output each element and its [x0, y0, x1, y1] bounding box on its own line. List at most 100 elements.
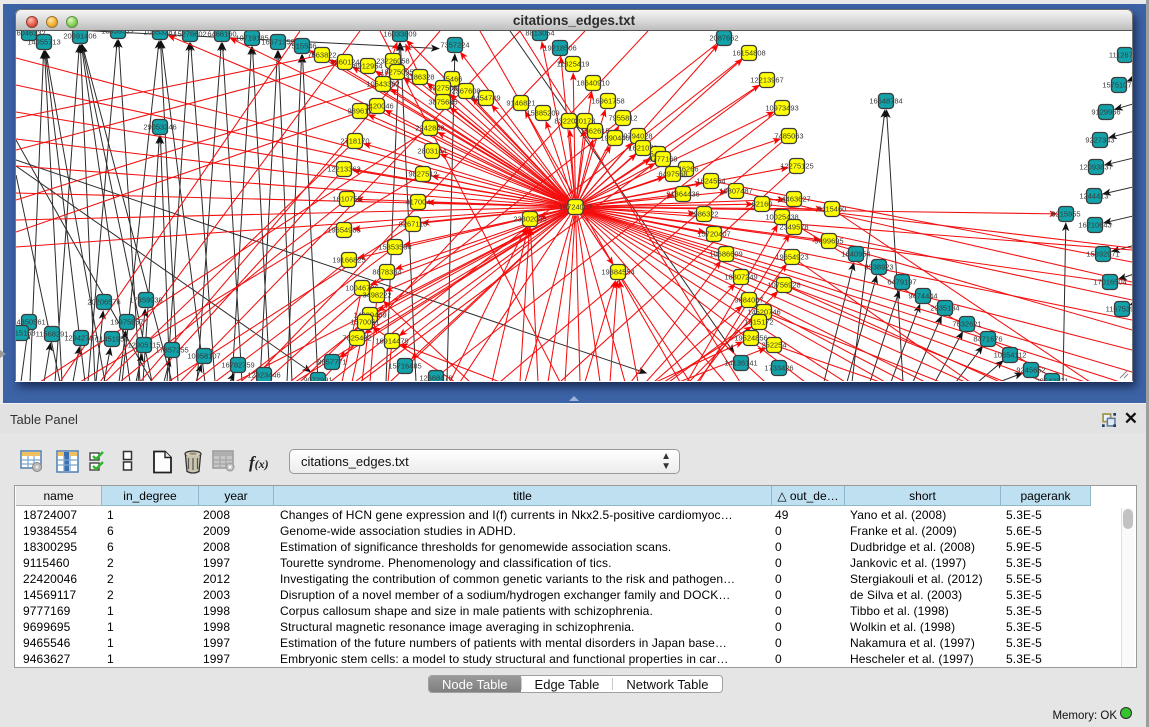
svg-text:18724007: 18724007	[559, 203, 592, 212]
svg-text:989612: 989612	[347, 107, 372, 116]
svg-text:7955812: 7955812	[608, 114, 637, 123]
svg-text:9245652: 9245652	[1016, 366, 1045, 375]
svg-text:10807487: 10807487	[719, 187, 752, 196]
svg-text:10958107: 10958107	[187, 352, 220, 361]
svg-text:14136141: 14136141	[724, 359, 757, 368]
svg-text:2349578: 2349578	[779, 223, 808, 232]
svg-text:8813054: 8813054	[525, 31, 554, 38]
svg-text:16648784: 16648784	[869, 97, 902, 106]
svg-text:19654985: 19654985	[327, 226, 360, 235]
svg-text:7515546: 7515546	[287, 42, 316, 51]
svg-text:252254: 252254	[761, 341, 786, 350]
svg-text:3186328: 3186328	[405, 73, 434, 82]
svg-text:9072991: 9072991	[303, 376, 332, 381]
svg-text:12275125: 12275125	[780, 162, 813, 171]
svg-text:8215955: 8215955	[1051, 210, 1080, 219]
svg-text:9227343: 9227343	[1085, 136, 1114, 145]
svg-text:2718170: 2718170	[340, 137, 369, 146]
svg-text:9657771: 9657771	[317, 358, 346, 367]
svg-text:8454749: 8454749	[471, 94, 500, 103]
svg-text:20206576: 20206576	[87, 298, 120, 307]
svg-text:2087662: 2087662	[709, 34, 738, 43]
svg-text:23302035: 23302035	[513, 215, 546, 224]
svg-text:10653287: 10653287	[143, 31, 176, 37]
svg-text:9699695: 9699695	[814, 237, 843, 246]
svg-text:2803144: 2803144	[417, 147, 446, 156]
svg-text:1733426: 1733426	[764, 364, 793, 373]
svg-text:10654112: 10654112	[994, 351, 1027, 360]
svg-text:19218506: 19218506	[543, 44, 576, 53]
svg-text:9474444: 9474444	[908, 292, 937, 301]
svg-text:17357255: 17357255	[155, 346, 188, 355]
svg-text:29053346: 29053346	[143, 123, 176, 132]
svg-text:7632621: 7632621	[952, 320, 981, 329]
svg-text:17016504: 17016504	[1093, 278, 1126, 287]
svg-text:9684067: 9684067	[734, 296, 763, 305]
svg-text:18640910: 18640910	[576, 79, 609, 88]
svg-text:16961758: 16961758	[591, 97, 624, 106]
svg-text:12093837: 12093837	[1079, 163, 1112, 172]
svg-text:7485063: 7485063	[774, 132, 803, 141]
svg-text:6497568: 6497568	[658, 170, 687, 179]
svg-text:6466160: 6466160	[207, 31, 236, 39]
svg-text:12923446: 12923446	[247, 371, 280, 380]
svg-text:8471676: 8471676	[973, 335, 1002, 344]
svg-text:15720407: 15720407	[697, 230, 730, 239]
svg-text:19384554: 19384554	[601, 268, 634, 277]
svg-text:14055713: 14055713	[27, 38, 60, 47]
svg-text:15353594: 15353594	[378, 243, 411, 252]
svg-text:17359938: 17359938	[129, 296, 162, 305]
svg-text:1570061: 1570061	[350, 318, 379, 327]
svg-text:9777169: 9777169	[648, 155, 677, 164]
svg-text:15276602: 15276602	[173, 31, 206, 39]
svg-text:3875685: 3875685	[428, 98, 457, 107]
svg-text:18939322: 18939322	[101, 31, 134, 36]
svg-text:16782759: 16782759	[221, 361, 254, 370]
svg-text:1624554: 1624554	[696, 177, 725, 186]
svg-text:10686609: 10686609	[709, 250, 742, 259]
svg-text:7986322: 7986322	[689, 210, 718, 219]
svg-text:2935134: 2935134	[930, 304, 959, 313]
svg-text:15716485: 15716485	[388, 362, 421, 371]
svg-text:417004: 417004	[405, 198, 430, 207]
svg-text:2242848: 2242848	[415, 124, 444, 133]
svg-text:12668478: 12668478	[419, 374, 452, 381]
svg-text:14463627: 14463627	[777, 195, 810, 204]
svg-text:11451958: 11451958	[96, 335, 129, 344]
svg-text:11325419: 11325419	[557, 60, 590, 69]
svg-text:12213363: 12213363	[327, 165, 360, 174]
svg-text:10756928: 10756928	[767, 281, 800, 290]
svg-text:16914479: 16914479	[375, 337, 408, 346]
svg-text:16033809: 16033809	[383, 31, 416, 39]
svg-text:10543362: 10543362	[366, 80, 399, 89]
svg-text:7357224: 7357224	[440, 41, 469, 50]
svg-text:20691406: 20691406	[63, 32, 96, 41]
svg-text:6479197: 6479197	[887, 278, 916, 287]
svg-text:11126770: 11126770	[1109, 51, 1132, 60]
svg-text:16210643: 16210643	[1078, 221, 1111, 230]
svg-text:9794028: 9794028	[623, 132, 652, 141]
svg-text:15692971: 15692971	[1086, 250, 1119, 259]
svg-text:62160: 62160	[752, 200, 773, 209]
svg-text:1615172: 1615172	[744, 318, 773, 327]
svg-text:19654923: 19654923	[775, 253, 808, 262]
svg-text:19166825: 19166825	[332, 256, 365, 265]
svg-text:8938923: 8938923	[864, 263, 893, 272]
svg-text:1640954: 1640954	[841, 250, 870, 259]
svg-text:1610755: 1610755	[332, 195, 361, 204]
svg-text:1244413: 1244413	[1079, 192, 1108, 201]
svg-text:9115460: 9115460	[818, 205, 847, 214]
svg-text:8267110: 8267110	[399, 220, 428, 229]
svg-text:18807249: 18807249	[724, 273, 757, 282]
svg-text:12213967: 12213967	[750, 76, 783, 85]
svg-text:3915168: 3915168	[16, 329, 36, 338]
svg-text:9827512: 9827512	[408, 170, 437, 179]
svg-text:19975857: 19975857	[110, 318, 143, 327]
svg-text:11675394: 11675394	[1106, 305, 1132, 314]
svg-text:8878334: 8878334	[372, 268, 401, 277]
svg-text:16154808: 16154808	[732, 49, 765, 58]
svg-text:9146821: 9146821	[506, 99, 535, 108]
svg-text:10973493: 10973493	[765, 104, 798, 113]
svg-text:7625402: 7625402	[342, 334, 371, 343]
svg-text:3498222: 3498222	[362, 291, 391, 300]
